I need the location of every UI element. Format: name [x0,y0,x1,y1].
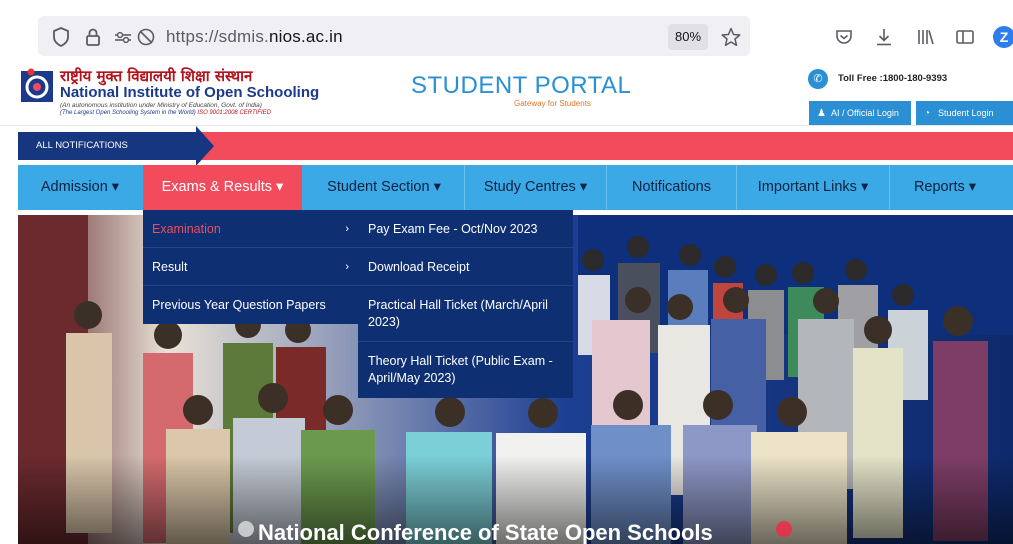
tollfree-number: Toll Free :1800-180-9393 [838,73,948,84]
exams-results-dropdown: Examination › Result › Previous Year Que… [143,210,359,324]
official-login-label: AI / Official Login [831,108,899,118]
extension-z-icon[interactable]: Z [993,26,1013,48]
star-icon[interactable] [720,26,742,48]
institute-subtitle: (An autonomous institution under Ministr… [60,102,262,109]
pocket-icon[interactable] [833,26,855,48]
all-notifications-label[interactable]: ALL NOTIFICATIONS [18,132,198,160]
institute-name-hindi: राष्ट्रीय मुक्त विद्यालयी शिक्षा संस्थान [60,67,253,85]
menu-item-theory-hall-ticket[interactable]: Theory Hall Ticket (Public Exam - April/… [358,342,573,398]
student-login-button[interactable]: ◔ Student Login [916,101,1013,125]
portal-title: STUDENT PORTAL [411,72,632,99]
url-scheme: https://sdmis. [166,27,269,46]
menu-item-label: Previous Year Question Papers [152,298,326,312]
carousel-prev-dot[interactable] [238,521,254,537]
menu-item-download-receipt[interactable]: Download Receipt [358,248,573,286]
institute-name-bold: Open Schooling [204,84,320,101]
zoom-indicator[interactable]: 80% [668,24,708,50]
nav-reports[interactable]: Reports ▾ [890,165,1000,210]
nios-logo-icon[interactable] [20,67,54,103]
official-login-button[interactable]: ♟ AI / Official Login [809,101,911,125]
institute-name-english: National Institute of Open Schooling [60,84,319,101]
notification-arrow-icon [196,126,214,166]
menu-item-result[interactable]: Result › [143,248,359,286]
shield-icon[interactable] [50,26,72,48]
tracking-off-icon[interactable] [135,26,157,48]
nav-admission[interactable]: Admission ▾ [18,165,142,210]
nav-notifications[interactable]: Notifications [607,165,736,210]
url-host: nios.ac.in [268,27,343,46]
examination-submenu: Pay Exam Fee - Oct/Nov 2023 Download Rec… [358,210,573,398]
iso-text: ISO 9001:2008 CERTIFIED [197,110,271,116]
tagline-text: (The Largest Open Schooling System in th… [60,110,196,116]
phone-icon: ✆ [808,69,828,89]
url-text[interactable]: https://sdmis.nios.ac.in [166,27,343,47]
menu-item-label: Result [152,260,188,274]
nav-important-links[interactable]: Important Links ▾ [737,165,889,210]
institute-tagline: (The Largest Open Schooling System in th… [60,110,271,116]
menu-item-previous-papers[interactable]: Previous Year Question Papers [143,286,359,324]
student-icon: ◔ [924,108,931,119]
carousel-next-dot[interactable] [776,521,792,537]
chevron-right-icon: › [345,261,349,273]
menu-item-practical-hall-ticket[interactable]: Practical Hall Ticket (March/April 2023) [358,286,573,342]
menu-item-label: Examination [152,222,221,236]
lock-icon[interactable] [82,26,104,48]
library-icon[interactable] [914,26,936,48]
portal-tagline: Gateway for Students [514,99,591,108]
nav-student-section[interactable]: Student Section ▾ [310,165,458,210]
menu-item-pay-exam-fee[interactable]: Pay Exam Fee - Oct/Nov 2023 [358,210,573,248]
download-icon[interactable] [873,26,895,48]
hero-caption: National Conference of State Open School… [258,520,713,544]
user-icon: ♟ [817,108,826,119]
chevron-right-icon: › [345,223,349,235]
menu-item-examination[interactable]: Examination › [143,210,359,248]
institute-name-prefix: National Institute of [60,84,205,101]
nav-study-centres[interactable]: Study Centres ▾ [465,165,606,210]
student-login-label: Student Login [938,108,994,118]
nav-exams-results[interactable]: Exams & Results ▾ [143,165,302,210]
sidebar-icon[interactable] [954,26,976,48]
permissions-icon[interactable] [112,26,134,48]
